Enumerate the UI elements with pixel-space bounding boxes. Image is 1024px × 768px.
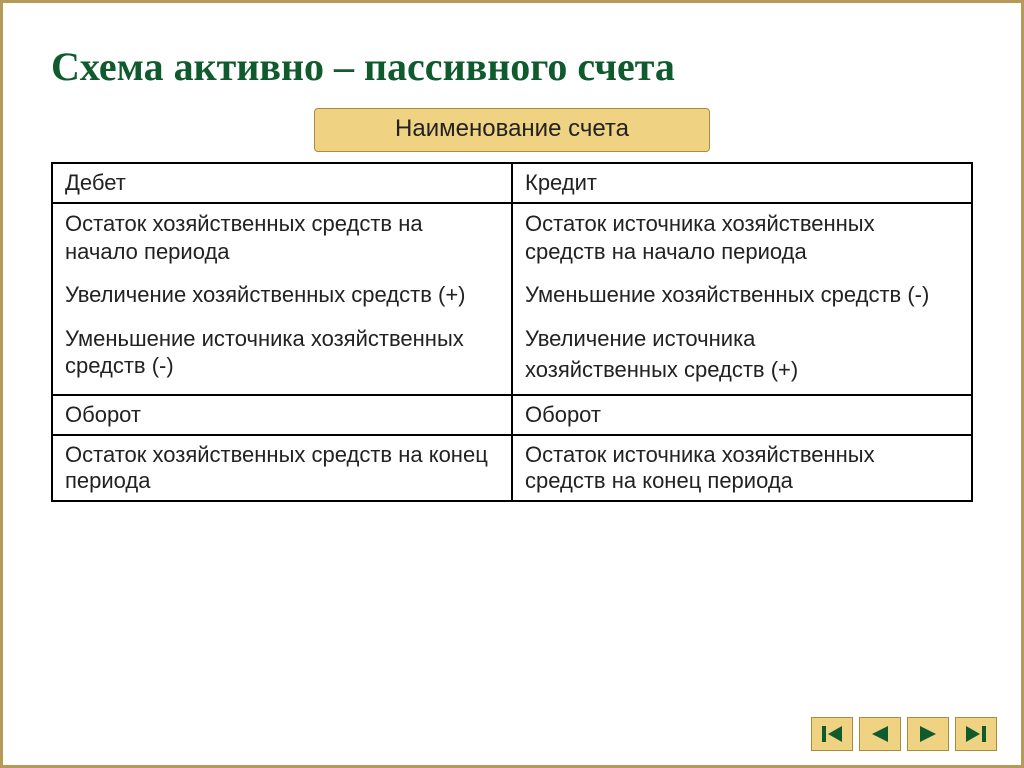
debit-opening-balance: Остаток хозяйственных средств на начало … [65, 210, 499, 265]
account-table: Дебет Кредит Остаток хозяйственных средс… [51, 162, 973, 502]
header-debit: Дебет [52, 163, 512, 203]
prev-icon [868, 724, 892, 744]
table-body-row: Остаток хозяйственных средств на начало … [52, 203, 972, 395]
credit-source-increase-a: Увеличение источника [525, 325, 959, 353]
body-debit-cell: Остаток хозяйственных средств на начало … [52, 203, 512, 395]
debit-source-decrease: Уменьшение источника хозяйственных средс… [65, 325, 499, 380]
account-name-badge: Наименование счета [314, 108, 710, 152]
slide-nav [811, 717, 997, 751]
turnover-credit: Оборот [512, 395, 972, 435]
last-icon [964, 724, 988, 744]
table-header-row: Дебет Кредит [52, 163, 972, 203]
nav-next-button[interactable] [907, 717, 949, 751]
end-debit: Остаток хозяйственных средств на конец п… [52, 435, 512, 501]
header-credit: Кредит [512, 163, 972, 203]
nav-first-button[interactable] [811, 717, 853, 751]
nav-prev-button[interactable] [859, 717, 901, 751]
debit-increase: Увеличение хозяйственных средств (+) [65, 281, 499, 309]
slide-title: Схема активно – пассивного счета [51, 43, 973, 90]
table-turnover-row: Оборот Оборот [52, 395, 972, 435]
nav-last-button[interactable] [955, 717, 997, 751]
next-icon [916, 724, 940, 744]
table-end-row: Остаток хозяйственных средств на конец п… [52, 435, 972, 501]
body-credit-cell: Остаток источника хозяйственных средств … [512, 203, 972, 395]
end-credit: Остаток источника хозяйственных средств … [512, 435, 972, 501]
credit-decrease: Уменьшение хозяйственных средств (-) [525, 281, 959, 309]
turnover-debit: Оборот [52, 395, 512, 435]
slide-frame: Схема активно – пассивного счета Наимено… [0, 0, 1024, 768]
credit-opening-balance: Остаток источника хозяйственных средств … [525, 210, 959, 265]
credit-source-increase-b: хозяйственных средств (+) [525, 356, 959, 384]
first-icon [820, 724, 844, 744]
